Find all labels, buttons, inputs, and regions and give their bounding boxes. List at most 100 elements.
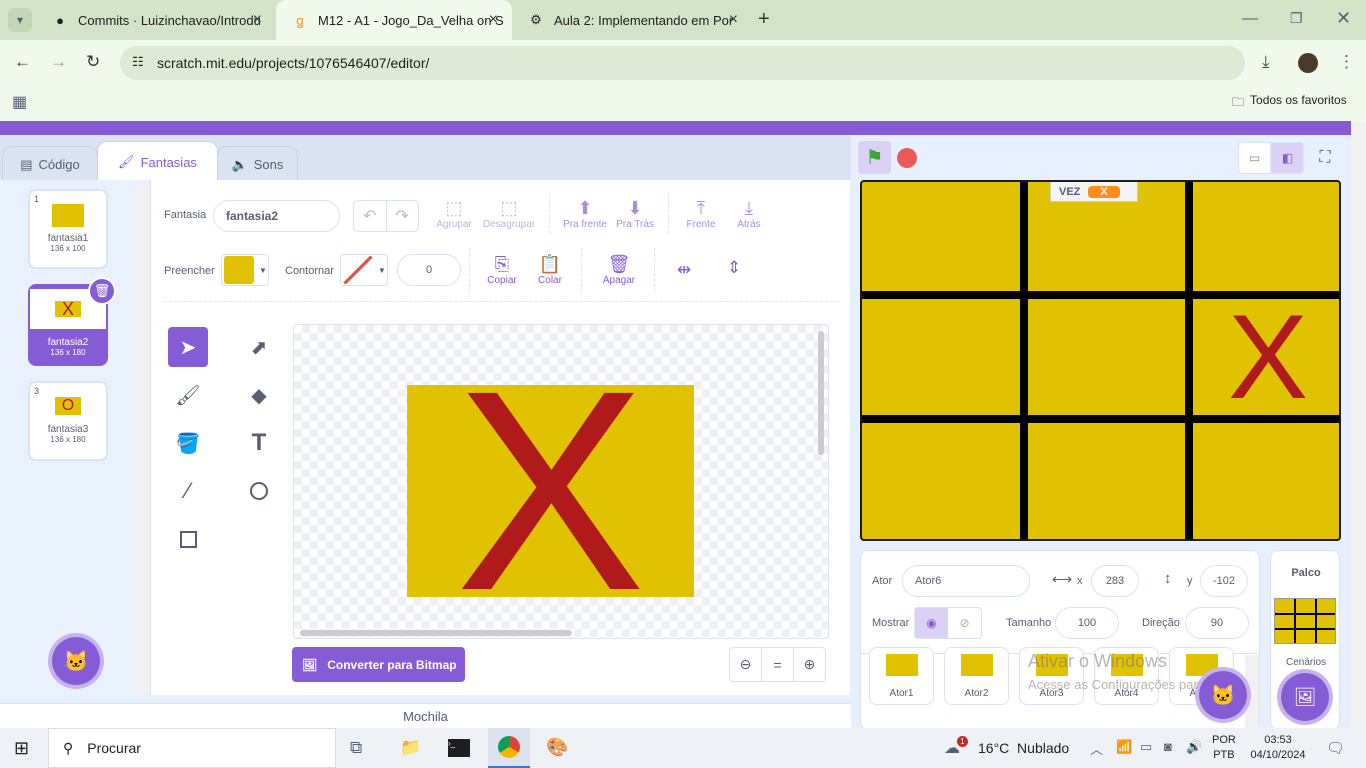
sprite-item[interactable]: Ator2	[944, 647, 1009, 705]
undo-icon[interactable]: ↶	[354, 201, 387, 231]
camera-icon[interactable]: ◙	[1164, 739, 1172, 754]
canvas-vscrollbar[interactable]	[818, 331, 824, 455]
rectangle-tool[interactable]	[168, 519, 208, 559]
canvas-hscrollbar[interactable]	[300, 630, 572, 636]
browser-tab-scratch[interactable]: ꬶ M12 - A1 - Jogo_Da_Velha on S ×	[276, 0, 512, 40]
zoom-out-icon[interactable]: ⊖	[730, 648, 762, 681]
outline-width-input[interactable]: 0	[397, 254, 461, 286]
eye-icon[interactable]: ◉	[915, 608, 948, 638]
board-cell[interactable]	[1028, 423, 1185, 539]
board-cell[interactable]: X	[1193, 297, 1339, 417]
board-cell[interactable]	[1193, 423, 1339, 539]
sprite-name-input[interactable]: Ator6	[902, 565, 1030, 597]
line-tool[interactable]: ⁄	[168, 471, 208, 511]
select-tool[interactable]: ➤	[168, 327, 208, 367]
redo-icon[interactable]: ↷	[387, 201, 419, 231]
board-cell[interactable]	[1028, 182, 1185, 291]
back-button[interactable]: ⤓ Atrás	[729, 198, 769, 230]
clock[interactable]: 03:53 04/10/2024	[1245, 733, 1311, 763]
fullscreen-icon[interactable]: ⛶	[1311, 142, 1339, 174]
url-field[interactable]: ☷ scratch.mit.edu/projects/1076546407/ed…	[120, 46, 1245, 80]
language-indicator[interactable]: POR PTB	[1212, 733, 1236, 763]
y-input[interactable]: -102	[1200, 565, 1248, 597]
tab-costumes[interactable]: 🖌 Fantasias	[97, 141, 218, 182]
board-cell[interactable]	[1028, 299, 1185, 415]
forward-button[interactable]: ⬆ Pra frente	[560, 198, 610, 230]
close-window-icon[interactable]: ✕	[1336, 8, 1351, 29]
sprite-list-scrollbar[interactable]	[1245, 655, 1259, 729]
all-bookmarks[interactable]: 🗀 Todos os favoritos	[1232, 93, 1347, 114]
front-button[interactable]: ⤒ Frente	[681, 198, 721, 230]
green-flag-button[interactable]: ⚑	[858, 141, 891, 174]
costume-name-input[interactable]: fantasia2	[213, 200, 340, 232]
paste-button[interactable]: 📋 Colar	[531, 254, 569, 286]
windows-start-icon[interactable]: ⊞	[14, 738, 29, 759]
reshape-tool[interactable]: ⬈	[239, 327, 279, 367]
new-tab-button[interactable]: +	[758, 8, 770, 31]
direction-input[interactable]: 90	[1185, 607, 1249, 639]
zoom-in-icon[interactable]: ⊕	[794, 648, 825, 681]
file-explorer-icon[interactable]: 📁	[400, 738, 421, 758]
wifi-icon[interactable]: 📶	[1116, 739, 1132, 755]
copy-button[interactable]: ⎘ Copiar	[482, 254, 522, 286]
add-backdrop-button[interactable]: 🖼	[1281, 673, 1329, 721]
board-cell[interactable]	[862, 182, 1020, 291]
download-icon[interactable]: ⤓	[1262, 52, 1270, 72]
eye-hidden-icon[interactable]: ⊘	[948, 608, 981, 638]
back-icon[interactable]: ←	[14, 52, 31, 72]
flip-horizontal-icon[interactable]: ⇹	[677, 260, 691, 280]
costume-item-1[interactable]: 1 fantasia1 136 x 100	[28, 189, 108, 269]
tab-code[interactable]: ▤ Código	[2, 146, 98, 182]
fill-color-picker[interactable]: ▼	[221, 254, 269, 286]
profile-avatar[interactable]	[1298, 53, 1318, 73]
stage[interactable]: VEZ X X	[860, 180, 1341, 541]
apps-grid-icon[interactable]: ▦	[12, 92, 27, 112]
paint-app-icon[interactable]: 🎨	[546, 737, 568, 758]
close-tab-icon[interactable]: ×	[729, 11, 738, 29]
flip-vertical-icon[interactable]: ⇕	[727, 258, 741, 278]
circle-tool[interactable]	[239, 471, 279, 511]
taskbar-search[interactable]: ⚲ Procurar	[48, 728, 336, 768]
x-input[interactable]: 283	[1091, 565, 1139, 597]
board-cell[interactable]	[1193, 182, 1339, 291]
terminal-icon[interactable]: ›_	[448, 739, 470, 757]
page-scrollbar[interactable]	[1351, 121, 1366, 728]
forward-icon[interactable]: →	[50, 52, 67, 72]
browser-tab-aula[interactable]: ⚙ Aula 2: Implementando em Por ×	[512, 0, 752, 40]
ungroup-button[interactable]: ⬚ Desagrupar	[483, 198, 535, 230]
costume-list-scrollbar[interactable]	[136, 184, 150, 694]
task-view-icon[interactable]: ⧉	[350, 738, 362, 758]
normal-stage-icon[interactable]: ◧	[1271, 142, 1304, 174]
restore-icon[interactable]: ❐	[1290, 10, 1303, 27]
outline-color-picker[interactable]: ▼	[340, 254, 388, 286]
close-tab-icon[interactable]: ×	[489, 11, 498, 29]
backpack-bar[interactable]: Mochila	[0, 703, 851, 729]
add-sprite-button[interactable]: 🐱	[1199, 671, 1247, 719]
backward-button[interactable]: ⬇ Pra Trás	[613, 198, 657, 230]
board-cell[interactable]	[862, 423, 1020, 539]
convert-bitmap-button[interactable]: 🖼 Converter para Bitmap	[292, 647, 465, 682]
board-cell[interactable]	[862, 299, 1020, 415]
menu-dots-icon[interactable]: ⋮	[1338, 52, 1355, 72]
chevron-up-icon[interactable]: ︿	[1090, 739, 1103, 758]
tab-search-button[interactable]: ▾	[8, 8, 32, 32]
brush-tool[interactable]: 🖌	[168, 375, 208, 415]
text-tool[interactable]: T	[239, 423, 279, 463]
reload-icon[interactable]: ↻	[86, 52, 100, 72]
sprite-item[interactable]: Ator1	[869, 647, 934, 705]
minimize-icon[interactable]: —	[1242, 10, 1258, 28]
tab-sounds[interactable]: 🔈 Sons	[217, 146, 298, 182]
eraser-tool[interactable]: ◆	[239, 375, 279, 415]
stop-icon[interactable]	[897, 148, 917, 168]
group-button[interactable]: ⬚ Agrupar	[436, 198, 472, 230]
close-tab-icon[interactable]: ×	[253, 11, 262, 29]
size-input[interactable]: 100	[1055, 607, 1119, 639]
battery-icon[interactable]: ▭	[1140, 739, 1152, 755]
costume-item-3[interactable]: 3 O fantasia3 136 x 180	[28, 381, 108, 461]
notification-icon[interactable]: 🗨	[1326, 739, 1345, 757]
small-stage-icon[interactable]: ▭	[1238, 142, 1271, 174]
volume-icon[interactable]: 🔊	[1186, 739, 1202, 755]
delete-button[interactable]: 🗑 Apagar	[598, 254, 640, 286]
costume-shape[interactable]: X	[407, 385, 694, 597]
zoom-reset-button[interactable]: =	[762, 648, 794, 681]
